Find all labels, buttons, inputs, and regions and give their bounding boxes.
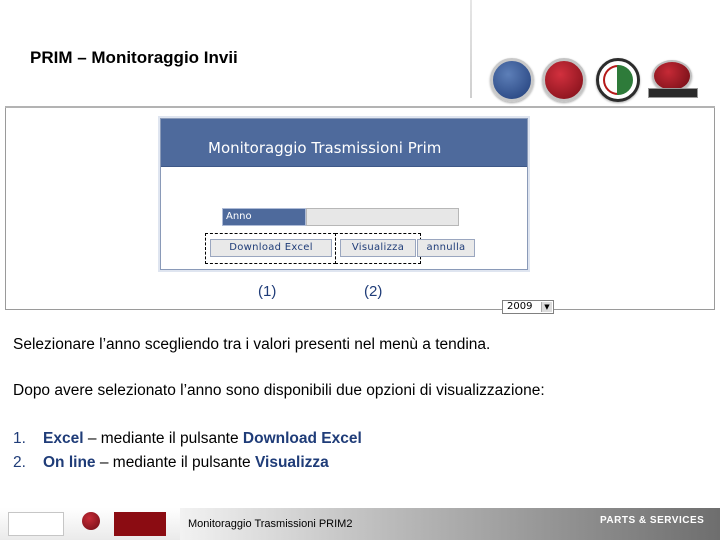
alfa-service-logo-icon — [114, 512, 166, 536]
app-header: Monitoraggio Trasmissioni Prim — [161, 119, 527, 167]
year-select[interactable]: 2009 ▼ — [502, 300, 554, 314]
lancia-logo-icon — [490, 58, 534, 102]
instruction-text-1: Selezionare l’anno scegliendo tra i valo… — [13, 336, 491, 353]
visualizza-button[interactable]: Visualizza — [340, 239, 416, 257]
callout-marker-1: (1) — [258, 283, 277, 300]
anno-label: Anno — [226, 211, 252, 222]
fiat-logo-icon — [542, 58, 586, 102]
download-excel-button[interactable]: Download Excel — [210, 239, 332, 257]
option-label: Excel — [43, 430, 84, 447]
option-text: – mediante il pulsante — [95, 454, 255, 471]
app-title: Monitoraggio Trasmissioni Prim — [208, 139, 442, 157]
header-divider — [470, 0, 472, 98]
list-number: 2. — [13, 454, 26, 471]
fiat-service-logo-icon — [76, 512, 106, 536]
option-button-name: Visualizza — [254, 454, 329, 471]
abarth-service-logo-icon — [8, 512, 64, 536]
list-item: 2. On line – mediante il pulsante Visuali… — [13, 454, 329, 472]
callout-marker-2: (2) — [364, 283, 383, 300]
list-number: 1. — [13, 430, 26, 447]
footer-text: Monitoraggio Trasmissioni PRIM2 — [188, 518, 353, 530]
chevron-down-icon[interactable]: ▼ — [541, 302, 552, 312]
anno-field: 2009 ▼ — [306, 208, 554, 314]
year-select-value: 2009 — [507, 301, 533, 312]
option-label: On line — [43, 454, 96, 471]
annulla-button[interactable]: annulla — [417, 239, 475, 257]
instruction-text-2: Dopo avere selezionato l’anno sono dispo… — [13, 382, 545, 399]
page-title: PRIM – Monitoraggio Invii — [30, 48, 238, 67]
fiat-professional-band — [648, 88, 698, 98]
alfa-romeo-logo-icon — [596, 58, 640, 102]
option-text: – mediante il pulsante — [83, 430, 243, 447]
app-window: Monitoraggio Trasmissioni Prim Anno 2009… — [160, 118, 554, 314]
footer-brand: PARTS & SERVICES — [600, 515, 705, 526]
anno-label-box: Anno — [222, 208, 306, 226]
option-button-name: Download Excel — [242, 430, 362, 447]
list-item: 1. Excel – mediante il pulsante Download … — [13, 430, 362, 448]
